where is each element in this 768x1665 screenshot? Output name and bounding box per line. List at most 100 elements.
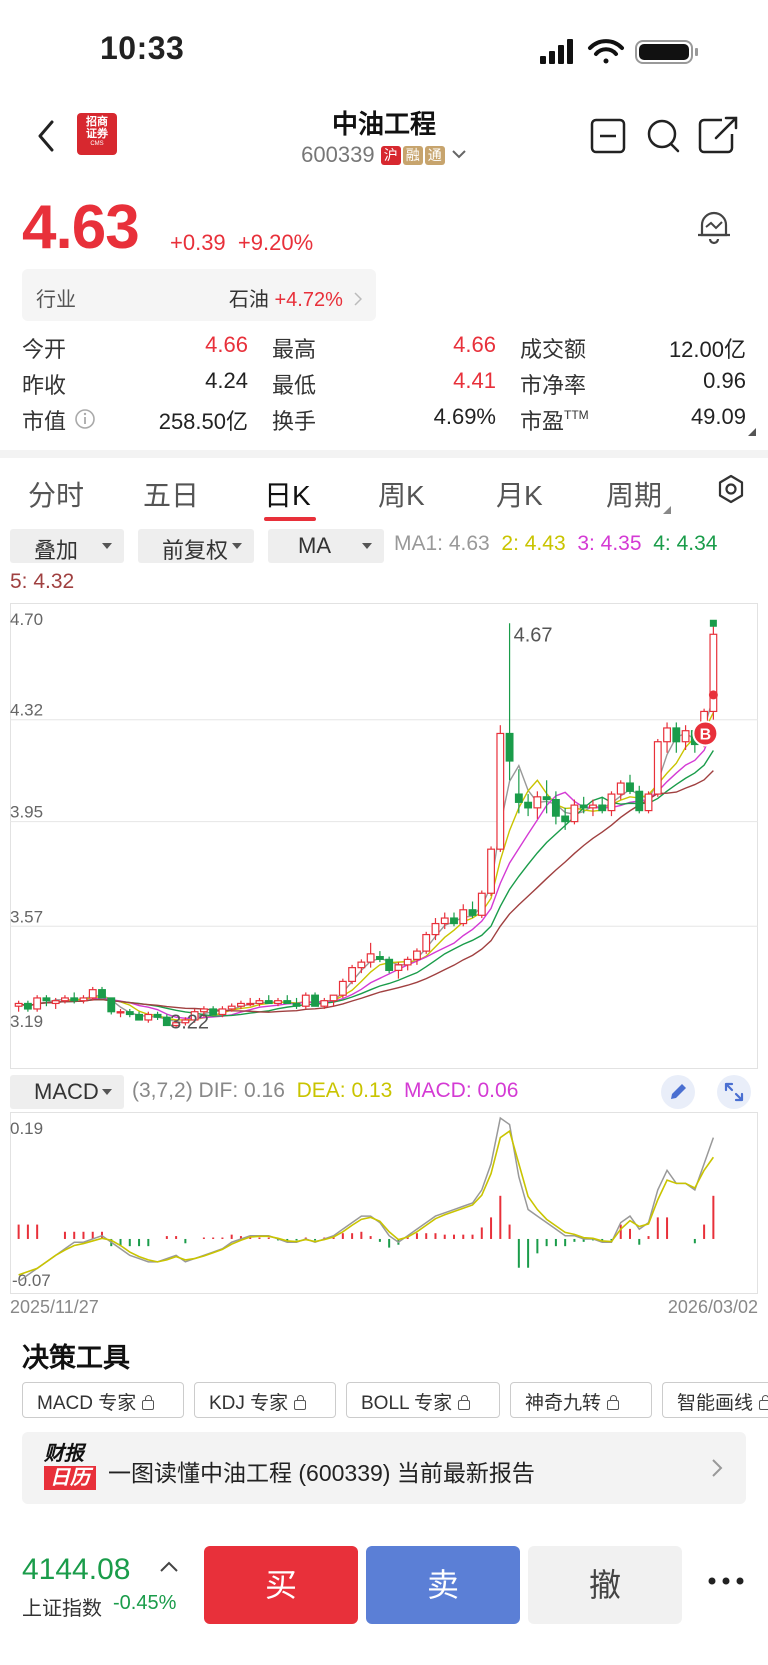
candle: [209, 1006, 218, 1016]
candle: [329, 994, 338, 1007]
candle-body: [218, 1008, 227, 1016]
candle: [311, 992, 319, 1007]
candle-body: [357, 961, 366, 969]
indicator-dropdown[interactable]: MA: [268, 529, 384, 563]
low-label: 最低: [272, 373, 317, 398]
tool-magic-nine[interactable]: 神奇九转: [510, 1382, 652, 1418]
tab-five-day[interactable]: 五日: [143, 474, 199, 514]
max-price-label: 4.67: [514, 624, 553, 646]
macd-chart[interactable]: 0.19 -0.07: [10, 1112, 758, 1294]
tab-period[interactable]: 周期: [606, 474, 662, 514]
tool-macd-expert[interactable]: MACD 专家: [22, 1382, 184, 1418]
index-value[interactable]: 4144.08: [22, 1553, 130, 1587]
candle: [505, 623, 514, 781]
kline-chart[interactable]: 4.70 4.32 3.95 3.57 3.19 4.67 3.22 B: [10, 603, 758, 1069]
candle-body: [524, 801, 533, 809]
tools-title: 决策工具: [22, 1343, 130, 1373]
date-start: 2025/11/27: [10, 1297, 99, 1317]
date-end: 2026/03/02: [667, 1297, 758, 1317]
candle: [301, 992, 310, 1009]
candle-body: [153, 1013, 162, 1018]
candle: [709, 623, 718, 720]
sell-button[interactable]: 卖: [366, 1546, 520, 1624]
fullscreen-icon[interactable]: [716, 1074, 752, 1110]
macd-dropdown[interactable]: MACD: [10, 1075, 124, 1109]
candle-body: [255, 1000, 264, 1005]
lock-icon: [607, 1395, 620, 1410]
lock-icon: [142, 1395, 155, 1410]
candle-body: [468, 909, 477, 916]
ma-legend: MA1: 4.63 2: 4.43 3: 4.35 4: 4.34: [394, 532, 717, 556]
candle-body: [227, 1005, 236, 1010]
chart-frame: [10, 603, 758, 1069]
candle-body: [477, 892, 486, 916]
candle: [533, 791, 542, 819]
info-icon[interactable]: [74, 408, 96, 430]
candle-body: [311, 994, 319, 1007]
candle-body: [209, 1008, 218, 1016]
tool-smart-draw[interactable]: 智能画线: [662, 1382, 768, 1418]
candle: [524, 794, 533, 817]
candle: [14, 1000, 23, 1012]
candle-body: [598, 804, 607, 812]
pb-label: 市净率: [520, 373, 587, 398]
candle-body: [570, 804, 579, 823]
edit-icon[interactable]: [660, 1074, 696, 1110]
ma5-value: 5: 4.32: [10, 570, 75, 593]
candle-body: [589, 804, 597, 809]
ma2-line: [18, 712, 714, 1021]
tool-kdj-expert[interactable]: KDJ 专家: [194, 1382, 336, 1418]
candle-body: [496, 732, 505, 850]
candle-body: [635, 790, 644, 812]
turnover-amount-label: 成交额: [520, 337, 587, 362]
candle: [403, 956, 412, 971]
tab-weekly-k[interactable]: 周K: [378, 474, 425, 514]
y-tick-label: 4.32: [10, 701, 43, 720]
tab-daily-k[interactable]: 日K: [264, 474, 311, 514]
dea-line: [18, 1129, 715, 1276]
report-banner[interactable]: 财报 日历 一图读懂中油工程 (600339) 当前最新报告: [22, 1432, 746, 1504]
turnover-rate-value: 4.69%: [433, 404, 496, 429]
candle: [450, 912, 458, 927]
macd-dif: DIF: 0.16: [198, 1079, 285, 1102]
candle-body: [320, 1000, 329, 1007]
candle-body: [274, 1000, 282, 1005]
more-icon[interactable]: [706, 1574, 746, 1588]
y-tick-label: 3.95: [10, 803, 43, 822]
candle-body: [487, 848, 495, 894]
price-marker: [708, 690, 718, 700]
candle: [626, 774, 634, 795]
chart-settings-icon[interactable]: [716, 474, 746, 504]
candle-body: [88, 989, 97, 999]
candle-body: [348, 967, 357, 983]
candle-body: [135, 1013, 143, 1021]
candle-body: [51, 1000, 60, 1005]
candle: [468, 901, 477, 919]
candle-body: [385, 958, 394, 971]
tab-intraday[interactable]: 分时: [28, 474, 84, 514]
candle: [459, 904, 468, 927]
candle-body: [301, 994, 310, 1007]
macd-legend: (3,7,2) DIF: 0.16 DEA: 0.13 MACD: 0.06: [132, 1079, 518, 1103]
chevron-up-icon[interactable]: [158, 1560, 180, 1574]
candle: [79, 995, 88, 1004]
buy-button[interactable]: 买: [204, 1546, 358, 1624]
candle: [107, 997, 116, 1015]
candle: [348, 964, 357, 985]
candle: [394, 962, 403, 979]
overlay-dropdown[interactable]: 叠加: [10, 529, 124, 563]
tab-monthly-k[interactable]: 月K: [496, 474, 543, 514]
candle-body: [579, 804, 588, 809]
candle: [385, 956, 394, 974]
candle-body: [422, 933, 431, 952]
turnover-amount-value: 12.00亿: [668, 337, 746, 362]
candle-body: [107, 997, 116, 1013]
candle: [635, 785, 644, 814]
tool-boll-expert[interactable]: BOLL 专家: [346, 1382, 500, 1418]
candle-body: [459, 909, 468, 925]
expand-corner-icon[interactable]: [748, 428, 756, 436]
candle-body: [561, 815, 570, 823]
cancel-order-button[interactable]: 撤: [528, 1546, 682, 1624]
adjust-dropdown[interactable]: 前复权: [138, 529, 254, 563]
min-price-label: 3.22: [170, 1012, 209, 1034]
